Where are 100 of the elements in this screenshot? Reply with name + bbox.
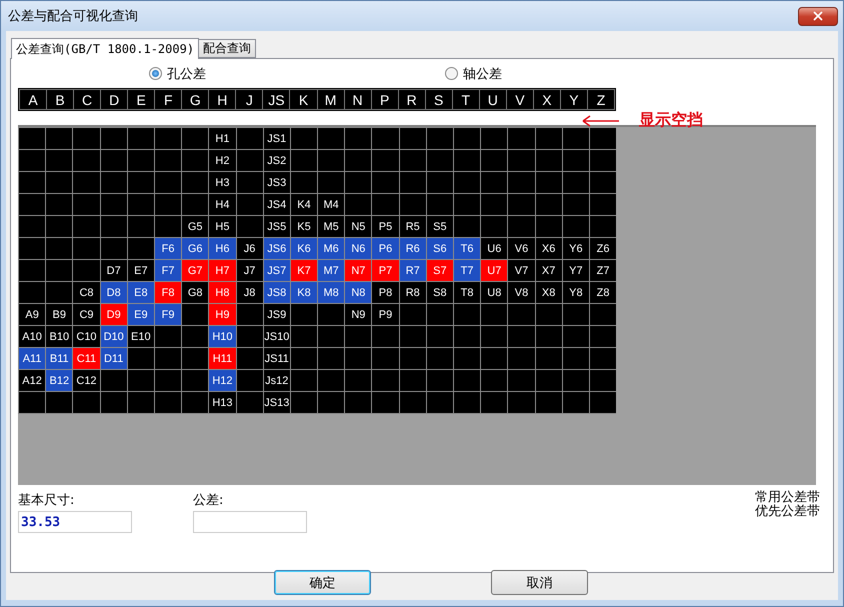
grid-cell[interactable]: U7 xyxy=(481,260,508,281)
grid-cell[interactable]: S8 xyxy=(426,282,453,303)
grid-cell[interactable]: E7 xyxy=(128,260,154,281)
grid-cell[interactable]: C8 xyxy=(73,282,100,303)
grid-cell[interactable]: JS9 xyxy=(264,304,290,325)
input-field[interactable] xyxy=(193,511,307,533)
grid-cell[interactable]: V7 xyxy=(508,260,535,281)
letter-button[interactable]: JS xyxy=(263,90,290,109)
tab[interactable]: 公差查询(GB/T 1800.1-2009) xyxy=(11,38,200,59)
grid-cell[interactable]: X8 xyxy=(536,282,562,303)
letter-button[interactable]: F xyxy=(155,90,182,109)
grid-cell[interactable]: H3 xyxy=(209,172,236,193)
grid-cell[interactable]: Z8 xyxy=(590,282,616,303)
grid-cell[interactable]: Z7 xyxy=(590,260,616,281)
grid-cell[interactable]: JS7 xyxy=(264,260,290,281)
letter-button[interactable]: D xyxy=(101,90,128,109)
grid-cell[interactable]: D8 xyxy=(100,282,127,303)
grid-cell[interactable]: X7 xyxy=(536,260,562,281)
grid-cell[interactable]: F7 xyxy=(154,260,182,281)
grid-cell[interactable]: G6 xyxy=(182,238,208,259)
grid-cell[interactable]: M6 xyxy=(318,238,344,259)
grid-cell[interactable]: B12 xyxy=(46,370,72,391)
grid-cell[interactable]: K6 xyxy=(290,238,318,259)
grid-cell[interactable]: JS1 xyxy=(264,128,290,149)
grid-cell[interactable]: K5 xyxy=(290,216,318,237)
grid-cell[interactable]: G5 xyxy=(182,216,208,237)
grid-cell[interactable]: S6 xyxy=(426,238,453,259)
letter-button[interactable]: Z xyxy=(588,90,614,109)
grid-cell[interactable]: E10 xyxy=(128,326,154,347)
grid-cell[interactable]: F8 xyxy=(154,282,182,303)
grid-cell[interactable]: D7 xyxy=(100,260,127,281)
grid-cell[interactable]: C12 xyxy=(73,370,100,391)
grid-cell[interactable]: J8 xyxy=(236,282,263,303)
letter-button[interactable]: C xyxy=(74,90,100,109)
letter-button[interactable]: N xyxy=(344,90,371,109)
grid-cell[interactable]: T8 xyxy=(454,282,480,303)
grid-cell[interactable]: P9 xyxy=(372,304,399,325)
grid-cell[interactable]: M5 xyxy=(318,216,344,237)
input-field[interactable]: 33.53 xyxy=(18,511,132,533)
tab[interactable]: 配合查询 xyxy=(198,39,256,58)
grid-cell[interactable]: JS13 xyxy=(264,392,290,413)
grid-cell[interactable]: Js12 xyxy=(264,370,290,391)
grid-cell[interactable]: C11 xyxy=(73,348,100,369)
grid-cell[interactable]: JS6 xyxy=(264,238,290,259)
grid-cell[interactable]: U6 xyxy=(481,238,508,259)
letter-button[interactable]: S xyxy=(426,90,452,109)
grid-cell[interactable]: JS2 xyxy=(264,150,290,171)
grid-cell[interactable]: N9 xyxy=(345,304,372,325)
grid-cell[interactable]: C10 xyxy=(73,326,100,347)
grid-cell[interactable]: E9 xyxy=(128,304,154,325)
grid-cell[interactable]: J7 xyxy=(236,260,263,281)
grid-cell[interactable]: P8 xyxy=(372,282,399,303)
grid-cell[interactable]: JS10 xyxy=(264,326,290,347)
grid-cell[interactable]: A11 xyxy=(19,348,46,369)
grid-cell[interactable]: B11 xyxy=(46,348,72,369)
grid-cell[interactable]: P5 xyxy=(372,216,399,237)
letter-button[interactable]: J xyxy=(236,90,262,109)
radio-button[interactable] xyxy=(149,67,162,80)
letter-button[interactable]: M xyxy=(318,90,344,109)
letter-button[interactable]: R xyxy=(398,90,425,109)
grid-cell[interactable]: C9 xyxy=(73,304,100,325)
dialog-button[interactable]: 确定 xyxy=(274,570,371,595)
grid-cell[interactable]: F6 xyxy=(154,238,182,259)
grid-cell[interactable]: R6 xyxy=(400,238,426,259)
letter-button[interactable]: T xyxy=(452,90,479,109)
grid-cell[interactable]: N8 xyxy=(345,282,372,303)
grid-cell[interactable]: Y6 xyxy=(562,238,589,259)
grid-cell[interactable]: G8 xyxy=(182,282,208,303)
letter-button[interactable]: V xyxy=(506,90,533,109)
grid-cell[interactable]: H11 xyxy=(209,348,236,369)
grid-cell[interactable]: N6 xyxy=(345,238,372,259)
grid-cell[interactable]: H10 xyxy=(209,326,236,347)
grid-cell[interactable]: T6 xyxy=(454,238,480,259)
grid-cell[interactable]: H7 xyxy=(209,260,236,281)
grid-cell[interactable]: H12 xyxy=(209,370,236,391)
grid-cell[interactable]: Z6 xyxy=(590,238,616,259)
grid-cell[interactable]: H1 xyxy=(209,128,236,149)
grid-cell[interactable]: S5 xyxy=(426,216,453,237)
grid-cell[interactable]: H8 xyxy=(209,282,236,303)
grid-cell[interactable]: M7 xyxy=(318,260,344,281)
grid-cell[interactable]: N7 xyxy=(345,260,372,281)
dialog-button[interactable]: 取消 xyxy=(491,570,588,595)
grid-cell[interactable]: J6 xyxy=(236,238,263,259)
grid-cell[interactable]: A10 xyxy=(19,326,46,347)
grid-cell[interactable]: S7 xyxy=(426,260,453,281)
grid-cell[interactable]: V8 xyxy=(508,282,535,303)
grid-cell[interactable]: H9 xyxy=(209,304,236,325)
grid-cell[interactable]: F9 xyxy=(154,304,182,325)
radio-label[interactable]: 轴公差 xyxy=(463,64,502,82)
grid-cell[interactable]: G7 xyxy=(182,260,208,281)
radio-button[interactable] xyxy=(445,67,458,80)
grid-cell[interactable]: H13 xyxy=(209,392,236,413)
grid-cell[interactable]: V6 xyxy=(508,238,535,259)
grid-cell[interactable]: R7 xyxy=(400,260,426,281)
grid-cell[interactable]: M4 xyxy=(318,194,344,215)
letter-button[interactable]: A xyxy=(20,90,46,109)
grid-cell[interactable]: JS3 xyxy=(264,172,290,193)
grid-cell[interactable]: JS11 xyxy=(264,348,290,369)
letter-button[interactable]: K xyxy=(290,90,317,109)
grid-cell[interactable]: K7 xyxy=(290,260,318,281)
